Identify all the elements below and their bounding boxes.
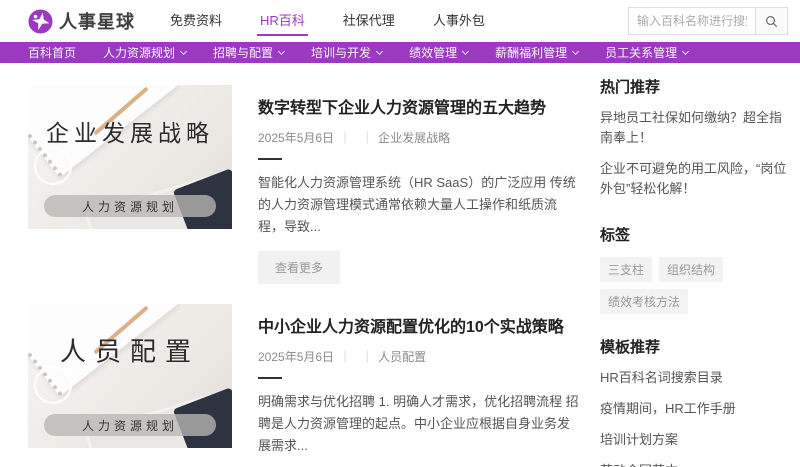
meta-divider [258,377,282,379]
logo-icon [28,9,53,34]
search-input[interactable] [628,7,756,35]
sidebar: 热门推荐 异地员工社保如何缴纳？超全指南奉上！ 企业不可避免的用工风险，“岗位外… [600,63,790,467]
template-link[interactable]: 疫情期间，HR工作手册 [600,399,790,419]
thumb-decoration-earphones [34,147,72,185]
chevron-down-icon [180,47,187,54]
article-item: 企业发展战略 人力资源规划 数字转型下企业人力资源管理的五大趋势 2025年5月… [28,85,580,284]
article-excerpt: 明确需求与优化招聘 1. 明确人才需求，优化招聘流程 招聘是人力资源管理的起点。… [258,391,580,457]
thumbnail-category-pill: 人力资源规划 [44,414,215,436]
article-thumbnail[interactable]: 人员配置 人力资源规划 [28,304,232,448]
nav-free-resources[interactable]: 免费资料 [167,6,225,36]
nav-hr-outsourcing[interactable]: 人事外包 [430,6,488,36]
tag-item[interactable]: 绩效考核方法 [600,289,688,314]
article-date: 2025年5月6日 [258,350,334,364]
chevron-down-icon [376,47,383,54]
hot-recommend-link[interactable]: 企业不可避免的用工风险，“岗位外包”轻松化解！ [600,159,790,199]
template-link[interactable]: HR百科名词搜索目录 [600,368,790,388]
cat-nav-compensation[interactable]: 薪酬福利管理 [495,44,578,61]
cat-nav-employee-relations[interactable]: 员工关系管理 [605,44,688,61]
logo-text: 人事星球 [59,8,135,34]
chevron-down-icon [682,47,689,54]
article-meta: 2025年5月6日｜｜企业发展战略 [258,129,580,146]
chevron-down-icon [462,47,469,54]
site-logo[interactable]: 人事星球 [28,8,135,34]
article-category[interactable]: 企业发展战略 [378,131,450,145]
top-nav: 免费资料 HR百科 社保代理 人事外包 [167,0,488,42]
tag-list: 三支柱 组织结构 绩效考核方法 [600,257,790,314]
tag-item[interactable]: 三支柱 [600,257,652,282]
article-date: 2025年5月6日 [258,131,334,145]
article-list: 企业发展战略 人力资源规划 数字转型下企业人力资源管理的五大趋势 2025年5月… [28,63,580,467]
thumb-decoration-earphones [34,366,72,404]
site-header: 人事星球 免费资料 HR百科 社保代理 人事外包 [0,0,800,42]
article-thumbnail[interactable]: 企业发展战略 人力资源规划 [28,85,232,229]
category-nav: 百科首页 人力资源规划 招聘与配置 培训与开发 绩效管理 薪酬福利管理 员工关系… [0,42,800,63]
hot-recommend-link[interactable]: 异地员工社保如何缴纳？超全指南奉上！ [600,108,790,148]
hot-recommend-heading: 热门推荐 [600,76,790,97]
cat-nav-home[interactable]: 百科首页 [28,44,76,61]
thumbnail-caption: 企业发展战略 [28,114,232,148]
nav-social-insurance[interactable]: 社保代理 [340,6,398,36]
article-excerpt: 智能化人力资源管理系统（HR SaaS）的广泛应用 传统的人力资源管理模式通常依… [258,172,580,238]
article-info: 中小企业人力资源配置优化的10个实战策略 2025年5月6日｜｜人员配置 明确需… [232,304,580,467]
tag-item[interactable]: 组织结构 [659,257,723,282]
article-title[interactable]: 中小企业人力资源配置优化的10个实战策略 [258,318,580,339]
tags-heading: 标签 [600,224,790,245]
template-recommend-heading: 模板推荐 [600,336,790,357]
article-info: 数字转型下企业人力资源管理的五大趋势 2025年5月6日｜｜企业发展战略 智能化… [232,85,580,284]
cat-nav-training[interactable]: 培训与开发 [311,44,382,61]
article-meta: 2025年5月6日｜｜人员配置 [258,348,580,365]
thumbnail-category-pill: 人力资源规划 [44,195,215,217]
template-link[interactable]: 培训计划方案 [600,430,790,450]
read-more-button[interactable]: 查看更多 [258,251,340,284]
chevron-down-icon [278,47,285,54]
article-category[interactable]: 人员配置 [378,350,426,364]
chevron-down-icon [572,47,579,54]
meta-divider [258,158,282,160]
template-link[interactable]: 劳动合同范本 [600,461,790,467]
article-title[interactable]: 数字转型下企业人力资源管理的五大趋势 [258,99,580,120]
search-icon [765,15,778,28]
article-item: 人员配置 人力资源规划 中小企业人力资源配置优化的10个实战策略 2025年5月… [28,304,580,467]
search-button[interactable] [756,7,788,35]
main-content: 企业发展战略 人力资源规划 数字转型下企业人力资源管理的五大趋势 2025年5月… [0,63,800,467]
cat-nav-recruiting[interactable]: 招聘与配置 [213,44,284,61]
cat-nav-performance[interactable]: 绩效管理 [409,44,468,61]
nav-hr-wiki[interactable]: HR百科 [257,6,308,36]
cat-nav-hr-planning[interactable]: 人力资源规划 [103,44,186,61]
thumbnail-caption: 人员配置 [28,332,232,369]
search-box [628,7,788,35]
